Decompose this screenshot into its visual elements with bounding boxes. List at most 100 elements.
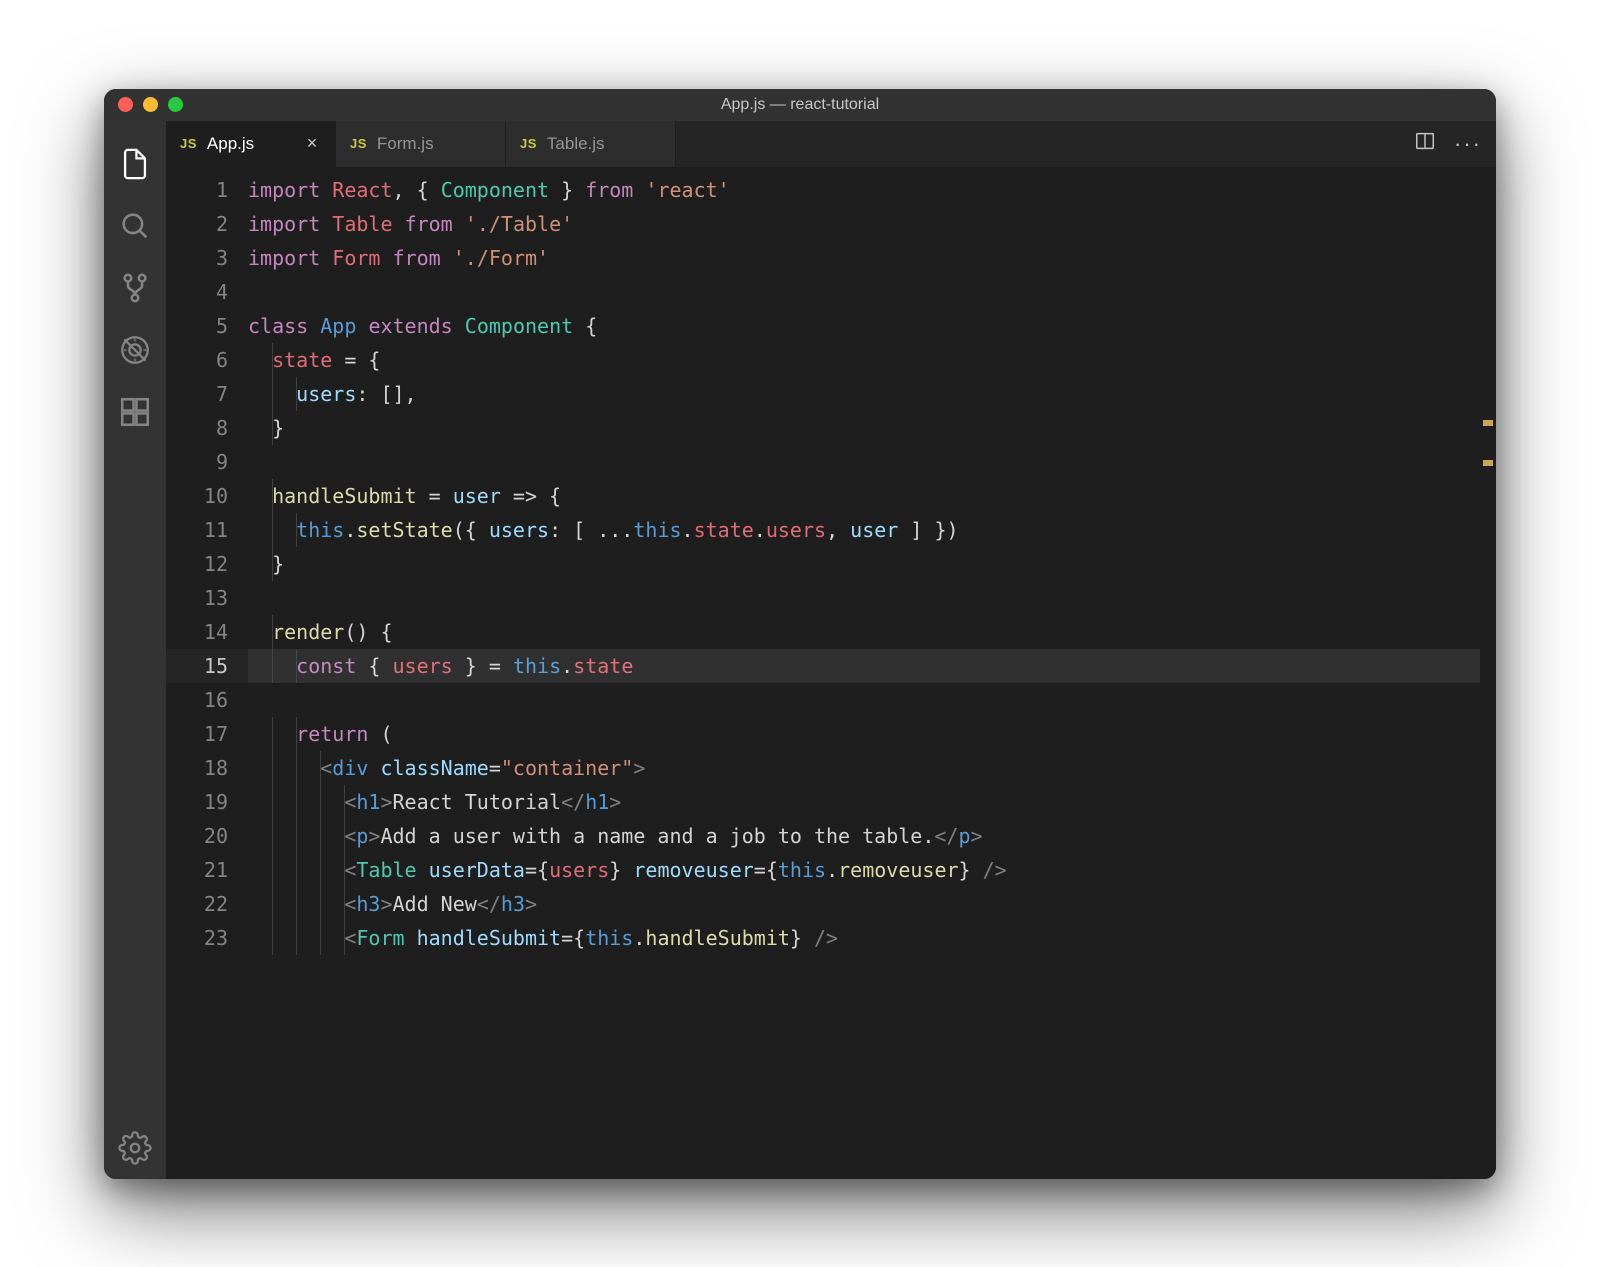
code-line[interactable]	[248, 445, 1480, 479]
code-line[interactable]: <Table userData={users} removeuser={this…	[248, 853, 1480, 887]
split-editor-icon[interactable]	[1414, 130, 1436, 157]
code-line[interactable]: users: [],	[248, 377, 1480, 411]
extensions-icon[interactable]	[104, 381, 166, 443]
code-line[interactable]: <h1>React Tutorial</h1>	[248, 785, 1480, 819]
code-line[interactable]: class App extends Component {	[248, 309, 1480, 343]
minimize-window-button[interactable]	[143, 97, 158, 112]
line-number[interactable]: 23	[166, 921, 228, 955]
indent-guide	[344, 921, 345, 955]
line-number[interactable]: 5	[166, 309, 228, 343]
window-controls	[104, 97, 183, 112]
indent-guide	[344, 887, 345, 921]
line-number[interactable]: 6	[166, 343, 228, 377]
activity-bar	[104, 121, 166, 1179]
js-file-icon: JS	[180, 136, 197, 151]
explorer-icon[interactable]	[104, 133, 166, 195]
indent-guide	[272, 615, 273, 649]
line-number[interactable]: 2	[166, 207, 228, 241]
code-line[interactable]: render() {	[248, 615, 1480, 649]
code-line[interactable]: handleSubmit = user => {	[248, 479, 1480, 513]
ruler-mark[interactable]	[1483, 420, 1493, 426]
line-number[interactable]: 9	[166, 445, 228, 479]
code-line[interactable]: import Table from './Table'	[248, 207, 1480, 241]
source-control-icon[interactable]	[104, 257, 166, 319]
code-line[interactable]: this.setState({ users: [ ...this.state.u…	[248, 513, 1480, 547]
line-number[interactable]: 7	[166, 377, 228, 411]
line-number[interactable]: 10	[166, 479, 228, 513]
code-line[interactable]: <div className="container">	[248, 751, 1480, 785]
code-line[interactable]: }	[248, 547, 1480, 581]
indent-guide	[272, 717, 273, 751]
indent-guide	[272, 785, 273, 819]
line-number[interactable]: 8	[166, 411, 228, 445]
code-line[interactable]: return (	[248, 717, 1480, 751]
line-number[interactable]: 22	[166, 887, 228, 921]
line-number[interactable]: 18	[166, 751, 228, 785]
line-number[interactable]: 14	[166, 615, 228, 649]
indent-guide	[296, 887, 297, 921]
indent-guide	[272, 751, 273, 785]
line-number[interactable]: 4	[166, 275, 228, 309]
tab-form-js[interactable]: JSForm.js	[336, 121, 506, 167]
js-file-icon: JS	[350, 136, 367, 151]
code-line-content: <h1>React Tutorial</h1>	[248, 785, 621, 819]
search-icon[interactable]	[104, 195, 166, 257]
code-line-content: <div className="container">	[248, 751, 645, 785]
code-line[interactable]: import React, { Component } from 'react'	[248, 173, 1480, 207]
line-number[interactable]: 11	[166, 513, 228, 547]
indent-guide	[296, 377, 297, 411]
close-tab-icon[interactable]: ×	[303, 133, 321, 154]
code-line[interactable]: import Form from './Form'	[248, 241, 1480, 275]
titlebar[interactable]: App.js — react-tutorial	[104, 89, 1496, 121]
indent-guide	[272, 377, 273, 411]
code-line-content: this.setState({ users: [ ...this.state.u…	[248, 513, 959, 547]
indent-guide	[272, 853, 273, 887]
indent-guide	[272, 887, 273, 921]
editor-window: App.js — react-tutorial	[104, 89, 1496, 1179]
line-number[interactable]: 1	[166, 173, 228, 207]
line-number[interactable]: 12	[166, 547, 228, 581]
code-line[interactable]	[248, 581, 1480, 615]
line-number[interactable]: 17	[166, 717, 228, 751]
code-line-content: <Table userData={users} removeuser={this…	[248, 853, 1007, 887]
code-line-content: }	[248, 411, 284, 445]
code-line-content: class App extends Component {	[248, 309, 597, 343]
line-number[interactable]: 21	[166, 853, 228, 887]
line-number[interactable]: 19	[166, 785, 228, 819]
code-line[interactable]: <Form handleSubmit={this.handleSubmit} /…	[248, 921, 1480, 955]
tab-app-js[interactable]: JSApp.js×	[166, 121, 336, 167]
code-line[interactable]: <h3>Add New</h3>	[248, 887, 1480, 921]
close-window-button[interactable]	[118, 97, 133, 112]
indent-guide	[296, 717, 297, 751]
more-actions-icon[interactable]: ···	[1454, 133, 1482, 155]
code-line[interactable]: const { users } = this.state	[248, 649, 1480, 683]
ruler-mark[interactable]	[1483, 460, 1493, 466]
code-line[interactable]	[248, 275, 1480, 309]
maximize-window-button[interactable]	[168, 97, 183, 112]
indent-guide	[296, 751, 297, 785]
line-number[interactable]: 16	[166, 683, 228, 717]
tab-label: Table.js	[547, 134, 605, 154]
code-line[interactable]: state = {	[248, 343, 1480, 377]
settings-gear-icon[interactable]	[104, 1117, 166, 1179]
indent-guide	[272, 819, 273, 853]
code-line[interactable]	[248, 683, 1480, 717]
code-editor[interactable]: 1234567891011121314151617181920212223 im…	[166, 167, 1496, 1179]
code-line[interactable]: }	[248, 411, 1480, 445]
code-content[interactable]: import React, { Component } from 'react'…	[248, 167, 1480, 1179]
code-line[interactable]: <p>Add a user with a name and a job to t…	[248, 819, 1480, 853]
indent-guide	[320, 887, 321, 921]
overview-ruler[interactable]	[1480, 167, 1496, 1179]
indent-guide	[272, 479, 273, 513]
line-number[interactable]: 13	[166, 581, 228, 615]
debug-icon[interactable]	[104, 319, 166, 381]
tab-bar: JSApp.js×JSForm.jsJSTable.js ···	[166, 121, 1496, 167]
line-number[interactable]: 15	[166, 649, 228, 683]
indent-guide	[296, 513, 297, 547]
tab-table-js[interactable]: JSTable.js	[506, 121, 676, 167]
indent-guide	[272, 343, 273, 377]
indent-guide	[320, 819, 321, 853]
indent-guide	[296, 785, 297, 819]
line-number[interactable]: 3	[166, 241, 228, 275]
line-number[interactable]: 20	[166, 819, 228, 853]
